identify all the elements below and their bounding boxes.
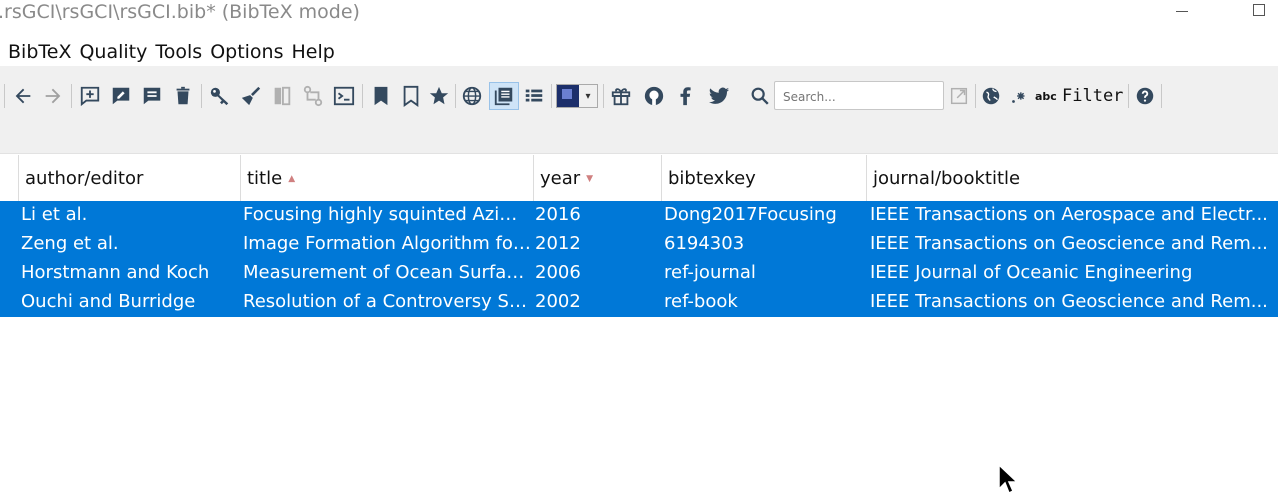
menu-quality[interactable]: Quality bbox=[75, 38, 151, 66]
theme-swatch bbox=[557, 85, 579, 107]
star-icon[interactable] bbox=[426, 82, 452, 110]
list-icon[interactable] bbox=[521, 82, 547, 110]
column-header-label: year bbox=[540, 168, 581, 189]
menu-options[interactable]: Options bbox=[206, 38, 287, 66]
cell-journal: IEEE Transactions on Geoscience and Rem.… bbox=[870, 291, 1268, 312]
github-icon[interactable] bbox=[641, 82, 667, 110]
toolbar-separator bbox=[551, 84, 552, 108]
merge-icon[interactable] bbox=[269, 82, 295, 110]
title-bar: .rsGCI\rsGCI\rsGCI.bib* (BibTeX mode) bbox=[0, 0, 1278, 26]
world-icon[interactable] bbox=[978, 82, 1004, 110]
toolbar-separator bbox=[362, 84, 363, 108]
toolbar-separator bbox=[1128, 84, 1129, 108]
menu-help[interactable]: Help bbox=[288, 38, 339, 66]
search-field[interactable] bbox=[774, 81, 945, 110]
bookmark-icon[interactable] bbox=[368, 82, 394, 110]
toolbar-separator bbox=[455, 84, 456, 108]
sort-descending-icon: ▼ bbox=[586, 174, 594, 184]
filter-button[interactable]: Filter bbox=[1062, 86, 1123, 106]
toolbar-separator bbox=[603, 84, 604, 108]
cell-title: Resolution of a Controversy Su... bbox=[243, 291, 533, 312]
sort-ascending-icon: ▲ bbox=[288, 174, 296, 184]
toolbar-separator bbox=[201, 84, 202, 108]
cell-year: 2012 bbox=[535, 233, 581, 254]
gift-icon[interactable] bbox=[608, 82, 634, 110]
arrow-right-icon[interactable] bbox=[40, 82, 66, 110]
cell-title: Focusing highly squinted Azimu... bbox=[243, 204, 533, 225]
cell-journal: IEEE Journal of Oceanic Engineering bbox=[870, 262, 1193, 283]
cell-author: Li et al. bbox=[21, 204, 88, 225]
column-header-year[interactable]: year ▼ bbox=[533, 155, 661, 201]
cell-bibtexkey: Dong2017Focusing bbox=[664, 204, 837, 225]
globe-icon[interactable] bbox=[459, 82, 485, 110]
cell-bibtexkey: ref-journal bbox=[664, 262, 756, 283]
diff-icon[interactable] bbox=[300, 82, 326, 110]
column-header-title[interactable]: title ▲ bbox=[240, 155, 533, 201]
search-icon[interactable] bbox=[747, 82, 773, 110]
cell-year: 2002 bbox=[535, 291, 581, 312]
cell-title: Measurement of Ocean Surfac... bbox=[243, 262, 533, 283]
cell-bibtexkey: ref-book bbox=[664, 291, 738, 312]
terminal-icon[interactable] bbox=[331, 82, 357, 110]
toolbar-separator bbox=[1161, 84, 1162, 108]
table-row[interactable]: Ouchi and Burridge Resolution of a Contr… bbox=[0, 288, 1278, 317]
menu-bibtex[interactable]: BibTeX bbox=[0, 38, 75, 66]
minimize-button[interactable] bbox=[1176, 11, 1188, 12]
cell-author: Ouchi and Burridge bbox=[21, 291, 196, 312]
help-icon[interactable] bbox=[1132, 82, 1158, 110]
table-row[interactable]: Horstmann and Koch Measurement of Ocean … bbox=[0, 259, 1278, 288]
arrow-left-icon[interactable] bbox=[10, 82, 36, 110]
twitter-icon[interactable] bbox=[706, 82, 732, 110]
maximize-button[interactable] bbox=[1253, 4, 1265, 16]
cell-journal: IEEE Transactions on Aerospace and Elect… bbox=[870, 204, 1268, 225]
column-header-journal[interactable]: journal/booktitle bbox=[866, 155, 1278, 201]
toolbar-separator bbox=[975, 84, 976, 108]
comment-icon[interactable] bbox=[139, 82, 165, 110]
table-header: author/editor title ▲ year ▼ bibtexkey jou… bbox=[0, 155, 1278, 201]
cell-title: Image Formation Algorithm for... bbox=[243, 233, 533, 254]
add-comment-icon[interactable] bbox=[77, 82, 103, 110]
chevron-down-icon: ▾ bbox=[585, 90, 591, 102]
search-input[interactable] bbox=[781, 83, 945, 110]
broom-icon[interactable] bbox=[238, 82, 264, 110]
column-header-label: journal/booktitle bbox=[873, 168, 1021, 189]
column-header-author[interactable]: author/editor bbox=[18, 155, 240, 201]
toolbar-separator bbox=[71, 84, 72, 108]
table-row[interactable]: Li et al. Focusing highly squinted Azimu… bbox=[0, 201, 1278, 230]
entries-table: author/editor title ▲ year ▼ bibtexkey jou… bbox=[0, 155, 1278, 317]
cell-year: 2006 bbox=[535, 262, 581, 283]
facebook-icon[interactable] bbox=[673, 82, 699, 110]
table-body: Li et al. Focusing highly squinted Azimu… bbox=[0, 201, 1278, 317]
sparkle-icon[interactable] bbox=[1006, 82, 1032, 110]
cell-author: Horstmann and Koch bbox=[21, 262, 210, 283]
bookmark-outline-icon[interactable] bbox=[398, 82, 424, 110]
menu-tools[interactable]: Tools bbox=[151, 38, 206, 66]
menu-bar: BibTeX Quality Tools Options Help bbox=[0, 38, 339, 66]
column-header-label: title bbox=[247, 168, 283, 189]
cell-year: 2016 bbox=[535, 204, 581, 225]
edit-comment-icon[interactable] bbox=[108, 82, 134, 110]
toolbar-separator bbox=[4, 84, 5, 108]
mouse-cursor-icon bbox=[998, 464, 1018, 495]
cell-journal: IEEE Transactions on Geoscience and Rem.… bbox=[870, 233, 1268, 254]
external-link-icon[interactable] bbox=[946, 82, 972, 110]
abc-label[interactable]: abc bbox=[1035, 90, 1057, 103]
table-row[interactable]: Zeng et al. Image Formation Algorithm fo… bbox=[0, 230, 1278, 259]
trash-icon[interactable] bbox=[170, 82, 196, 110]
cell-author: Zeng et al. bbox=[21, 233, 119, 254]
theme-icon[interactable]: ▾ bbox=[556, 84, 598, 108]
column-header-label: author/editor bbox=[25, 168, 144, 189]
column-header-label: bibtexkey bbox=[668, 168, 756, 189]
key-icon[interactable] bbox=[207, 82, 233, 110]
toolbar: ▾ abc Filter bbox=[0, 78, 1278, 114]
window-title: .rsGCI\rsGCI\rsGCI.bib* (BibTeX mode) bbox=[0, 1, 360, 23]
divider bbox=[0, 153, 1278, 154]
cell-bibtexkey: 6194303 bbox=[664, 233, 745, 254]
column-header-bibtexkey[interactable]: bibtexkey bbox=[661, 155, 866, 201]
view-list-icon[interactable] bbox=[489, 82, 519, 110]
